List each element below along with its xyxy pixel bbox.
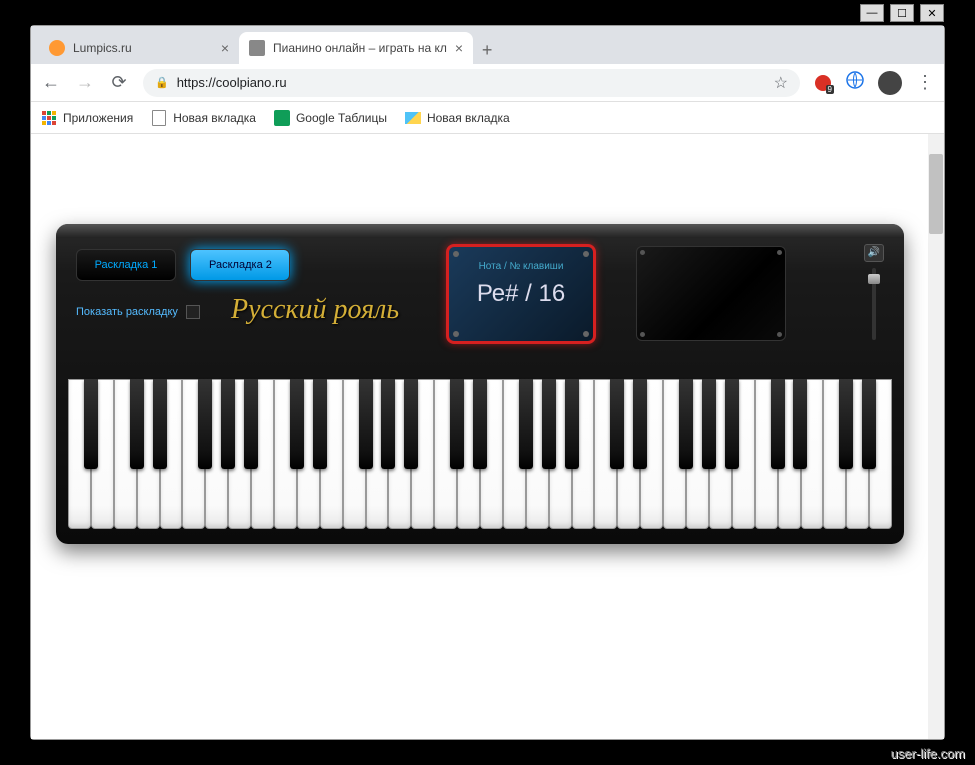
piano-app: Раскладка 1 Раскладка 2 Показать расклад… — [56, 224, 904, 544]
black-key[interactable] — [290, 379, 304, 469]
bookmark-newtab2[interactable]: Новая вкладка — [405, 110, 510, 126]
close-tab-icon[interactable]: × — [221, 40, 229, 56]
bookmark-label: Новая вкладка — [427, 111, 510, 125]
url-bar[interactable]: 🔒 https://coolpiano.ru ☆ — [143, 69, 800, 97]
toolbar-right: 9 ⋮ — [814, 71, 934, 95]
note-display-value: Ре# / 16 — [457, 280, 585, 308]
black-key[interactable] — [130, 379, 144, 469]
black-key[interactable] — [633, 379, 647, 469]
bookmark-newtab1[interactable]: Новая вкладка — [151, 110, 256, 126]
black-key[interactable] — [793, 379, 807, 469]
scrollbar[interactable] — [928, 134, 944, 739]
document-icon — [152, 110, 166, 126]
tab-title: Lumpics.ru — [73, 41, 213, 55]
new-tab-button[interactable]: + — [473, 36, 501, 64]
image-icon — [405, 112, 421, 124]
star-icon[interactable]: ☆ — [774, 73, 788, 93]
piano-keyboard — [68, 379, 892, 529]
bookmarks-bar: Приложения Новая вкладка Google Таблицы … — [31, 102, 944, 134]
volume-control: 🔊 — [844, 244, 884, 344]
note-display-label: Нота / № клавиши — [457, 261, 585, 272]
show-layout-label: Показать раскладку — [76, 306, 178, 318]
close-tab-icon[interactable]: × — [455, 40, 463, 56]
black-key[interactable] — [565, 379, 579, 469]
show-layout-checkbox[interactable] — [186, 305, 200, 319]
piano-logo: Русский рояль — [231, 294, 399, 326]
page-content: Раскладка 1 Раскладка 2 Показать расклад… — [31, 134, 944, 739]
black-key[interactable] — [404, 379, 418, 469]
reload-button[interactable]: ⟳ — [109, 73, 129, 93]
layout1-button[interactable]: Раскладка 1 — [76, 249, 176, 281]
tab-lumpics[interactable]: Lumpics.ru × — [39, 32, 239, 64]
bookmark-label: Приложения — [63, 111, 133, 125]
bookmark-label: Google Таблицы — [296, 111, 387, 125]
tab-piano[interactable]: Пианино онлайн – играть на кл × — [239, 32, 473, 64]
black-key[interactable] — [244, 379, 258, 469]
lock-icon: 🔒 — [155, 76, 169, 89]
layout2-button[interactable]: Раскладка 2 — [190, 249, 290, 281]
translate-icon[interactable] — [846, 71, 864, 94]
black-key[interactable] — [221, 379, 235, 469]
black-key[interactable] — [679, 379, 693, 469]
black-key[interactable] — [519, 379, 533, 469]
black-key[interactable] — [542, 379, 556, 469]
note-display: Нота / № клавиши Ре# / 16 — [446, 244, 596, 344]
minimize-button[interactable]: — — [860, 4, 884, 22]
back-button[interactable]: ← — [41, 73, 61, 93]
extension-badge: 9 — [826, 85, 834, 94]
black-key[interactable] — [84, 379, 98, 469]
mute-button[interactable]: 🔊 — [864, 244, 884, 262]
window-controls: — ☐ ✕ — [860, 4, 944, 22]
browser-window: — ☐ ✕ Lumpics.ru × Пианино онлайн – игра… — [30, 25, 945, 740]
menu-button[interactable]: ⋮ — [916, 72, 934, 93]
volume-thumb[interactable] — [868, 274, 880, 284]
black-key[interactable] — [153, 379, 167, 469]
black-key[interactable] — [450, 379, 464, 469]
black-key[interactable] — [702, 379, 716, 469]
bookmark-label: Новая вкладка — [173, 111, 256, 125]
tab-bar: Lumpics.ru × Пианино онлайн – играть на … — [31, 26, 944, 64]
black-key[interactable] — [359, 379, 373, 469]
forward-button[interactable]: → — [75, 73, 95, 93]
black-key[interactable] — [473, 379, 487, 469]
black-key[interactable] — [862, 379, 876, 469]
black-key[interactable] — [381, 379, 395, 469]
black-key[interactable] — [771, 379, 785, 469]
sheets-icon — [274, 110, 290, 126]
black-key[interactable] — [610, 379, 624, 469]
url-text: https://coolpiano.ru — [177, 75, 766, 90]
close-window-button[interactable]: ✕ — [920, 4, 944, 22]
black-key[interactable] — [313, 379, 327, 469]
avatar[interactable] — [878, 71, 902, 95]
favicon-icon — [49, 40, 65, 56]
piano-top-edge — [56, 224, 904, 238]
bookmark-sheets[interactable]: Google Таблицы — [274, 110, 387, 126]
maximize-button[interactable]: ☐ — [890, 4, 914, 22]
piano-body: Раскладка 1 Раскладка 2 Показать расклад… — [56, 224, 904, 544]
scroll-thumb[interactable] — [929, 154, 943, 234]
favicon-icon — [249, 40, 265, 56]
volume-slider[interactable] — [872, 268, 876, 340]
tab-title: Пианино онлайн – играть на кл — [273, 41, 447, 55]
secondary-display — [636, 246, 786, 341]
bookmark-apps[interactable]: Приложения — [41, 110, 133, 126]
black-key[interactable] — [198, 379, 212, 469]
extension-icon[interactable]: 9 — [814, 74, 832, 92]
black-key[interactable] — [725, 379, 739, 469]
black-key[interactable] — [839, 379, 853, 469]
nav-bar: ← → ⟳ 🔒 https://coolpiano.ru ☆ 9 ⋮ — [31, 64, 944, 102]
watermark: user-life.com — [891, 746, 965, 761]
apps-icon — [42, 111, 56, 125]
